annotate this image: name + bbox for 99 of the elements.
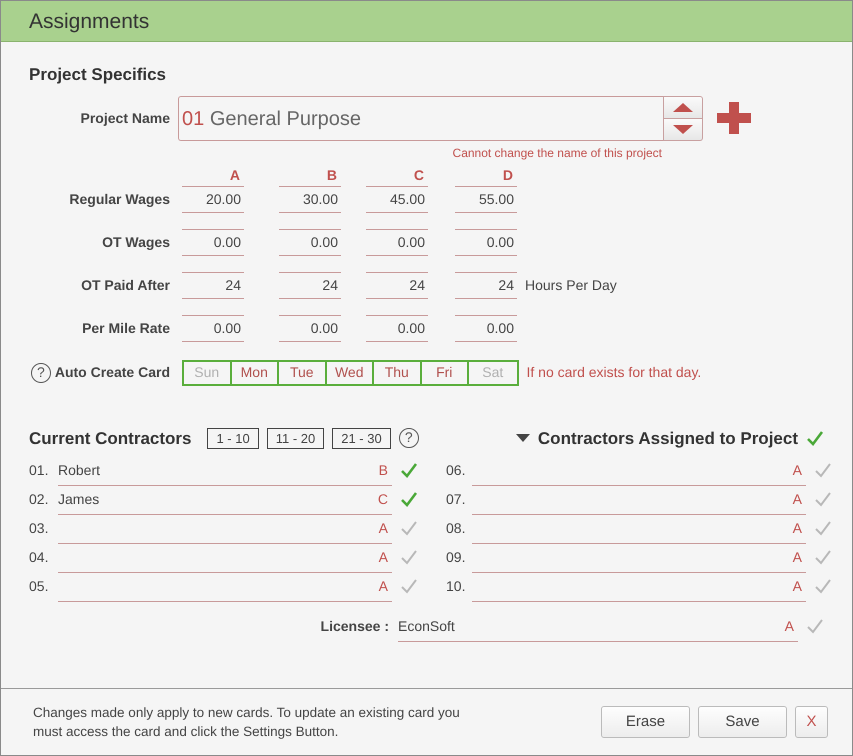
- check-icon[interactable]: [400, 578, 418, 594]
- value-field[interactable]: 24: [455, 272, 517, 298]
- footer-note: Changes made only apply to new cards. To update an existing card you must access the card and click the Settings Button.: [33, 704, 461, 741]
- action-button[interactable]: Save: [698, 706, 787, 738]
- contractor-field[interactable]: James C: [58, 489, 392, 515]
- section-title: Contractors Assigned to Project: [538, 428, 798, 450]
- close-button[interactable]: X: [795, 706, 828, 738]
- row-number: 06.: [446, 461, 466, 480]
- row-number: 01.: [29, 461, 50, 480]
- value-field[interactable]: 0.00: [366, 228, 428, 256]
- check-icon[interactable]: [814, 520, 832, 536]
- unit-label: Hours Per Day: [525, 276, 617, 295]
- check-icon[interactable]: [400, 520, 418, 536]
- contractor-field[interactable]: A: [472, 518, 806, 544]
- value-field[interactable]: 0.00: [455, 228, 517, 256]
- help-button[interactable]: ?: [30, 362, 51, 382]
- check-icon[interactable]: [806, 618, 824, 634]
- row-number: 05.: [29, 577, 50, 596]
- day-toggle[interactable]: Wed: [326, 362, 374, 384]
- spin-down-button[interactable]: [663, 118, 703, 140]
- section-title: Project Specifics: [29, 64, 168, 86]
- page-button[interactable]: 11 - 20: [266, 428, 324, 449]
- help-button[interactable]: ?: [398, 428, 419, 448]
- value-field[interactable]: 24: [279, 272, 341, 298]
- value-field[interactable]: 45.00: [366, 186, 428, 212]
- day-toggle[interactable]: Mon: [232, 362, 279, 384]
- dropdown-icon[interactable]: [516, 434, 530, 442]
- contractor-field[interactable]: Robert B: [58, 460, 392, 486]
- contractor-field[interactable]: A: [472, 547, 806, 573]
- check-icon[interactable]: [814, 491, 832, 507]
- rate-letter[interactable]: A: [378, 518, 388, 539]
- check-icon[interactable]: [400, 491, 418, 507]
- value-field[interactable]: 55.00: [455, 186, 517, 212]
- value-field[interactable]: 0.00: [182, 314, 244, 342]
- page-button[interactable]: 21 - 30: [332, 428, 391, 449]
- row-number: 08.: [446, 519, 466, 538]
- action-button[interactable]: Erase: [601, 706, 690, 738]
- plus-icon[interactable]: [717, 102, 751, 134]
- spin-up-button[interactable]: [663, 96, 703, 118]
- value-field[interactable]: 20.00: [182, 186, 244, 212]
- contractor-field[interactable]: A: [58, 518, 392, 544]
- row-label: OT Wages: [101, 232, 170, 252]
- column-header: D: [502, 166, 514, 185]
- contractor-field[interactable]: A: [58, 547, 392, 573]
- value-field[interactable]: 24: [366, 272, 428, 298]
- contractor-field[interactable]: A: [472, 489, 806, 515]
- row-number: 03.: [29, 519, 50, 538]
- row-number: 04.: [29, 548, 50, 567]
- field-label: Licensee :: [320, 617, 389, 636]
- note-text: Cannot change the name of this project: [452, 144, 662, 162]
- up-arrow-icon: [672, 102, 694, 112]
- page-button[interactable]: 1 - 10: [207, 428, 259, 449]
- day-toggle[interactable]: Tue: [279, 362, 326, 384]
- row-label: OT Paid After: [80, 276, 170, 294]
- contractor-field[interactable]: EconSoft A: [398, 616, 798, 642]
- check-icon[interactable]: [400, 462, 418, 478]
- rate-letter[interactable]: A: [792, 489, 802, 510]
- rate-letter[interactable]: A: [792, 518, 802, 539]
- day-toggle[interactable]: Thu: [374, 362, 422, 384]
- rate-letter[interactable]: B: [378, 460, 388, 481]
- value-field[interactable]: 30.00: [279, 186, 341, 212]
- row-number: 07.: [446, 490, 466, 509]
- rate-letter[interactable]: A: [792, 576, 802, 597]
- check-icon[interactable]: [814, 578, 832, 594]
- day-toggle[interactable]: Fri: [422, 362, 469, 384]
- value-field[interactable]: 0.00: [366, 314, 428, 342]
- check-icon[interactable]: [806, 430, 824, 446]
- section-title: Current Contractors: [29, 428, 192, 450]
- field-label: Project Name: [80, 108, 170, 128]
- rate-letter[interactable]: A: [378, 576, 388, 597]
- column-header: A: [228, 166, 241, 185]
- rate-letter[interactable]: A: [792, 460, 802, 481]
- value-field[interactable]: 24: [182, 272, 244, 298]
- check-icon[interactable]: [814, 549, 832, 565]
- check-icon[interactable]: [814, 462, 832, 478]
- row-label: Auto Create Card: [54, 363, 170, 382]
- down-arrow-icon: [672, 124, 694, 134]
- note-text: If no card exists for that day.: [526, 363, 702, 382]
- value-field[interactable]: 0.00: [455, 314, 517, 342]
- rate-letter[interactable]: C: [378, 489, 388, 510]
- contractor-field[interactable]: A: [472, 576, 806, 602]
- window-title: Assignments: [1, 1, 852, 42]
- value-field[interactable]: 0.00: [182, 228, 244, 256]
- rate-letter[interactable]: A: [784, 616, 794, 637]
- column-header: C: [412, 166, 425, 185]
- value-field[interactable]: 0.00: [279, 228, 341, 256]
- rate-letter[interactable]: A: [378, 547, 388, 568]
- row-label: Per Mile Rate: [81, 318, 170, 338]
- row-number: 02.: [29, 490, 50, 509]
- contractor-field[interactable]: A: [472, 460, 806, 486]
- rate-letter[interactable]: A: [792, 547, 802, 568]
- row-number: 10.: [446, 577, 466, 596]
- row-number: 09.: [446, 548, 466, 567]
- contractor-field[interactable]: A: [58, 576, 392, 602]
- value-field[interactable]: 0.00: [279, 314, 341, 342]
- row-label: Regular Wages: [68, 190, 170, 209]
- project-name-field[interactable]: 01 General Purpose: [178, 96, 663, 140]
- check-icon[interactable]: [400, 549, 418, 565]
- column-header: B: [326, 166, 338, 185]
